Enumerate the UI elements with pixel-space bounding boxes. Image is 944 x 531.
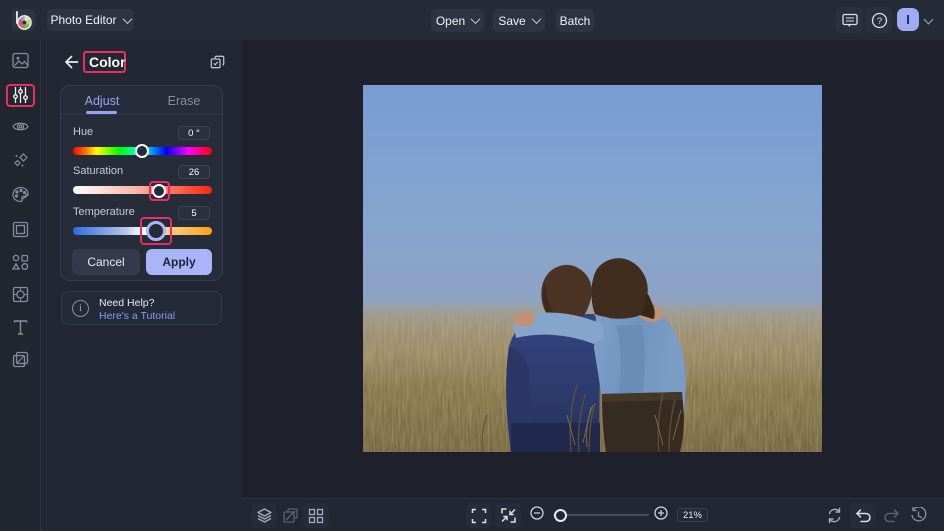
svg-text:?: ? [876, 16, 881, 27]
